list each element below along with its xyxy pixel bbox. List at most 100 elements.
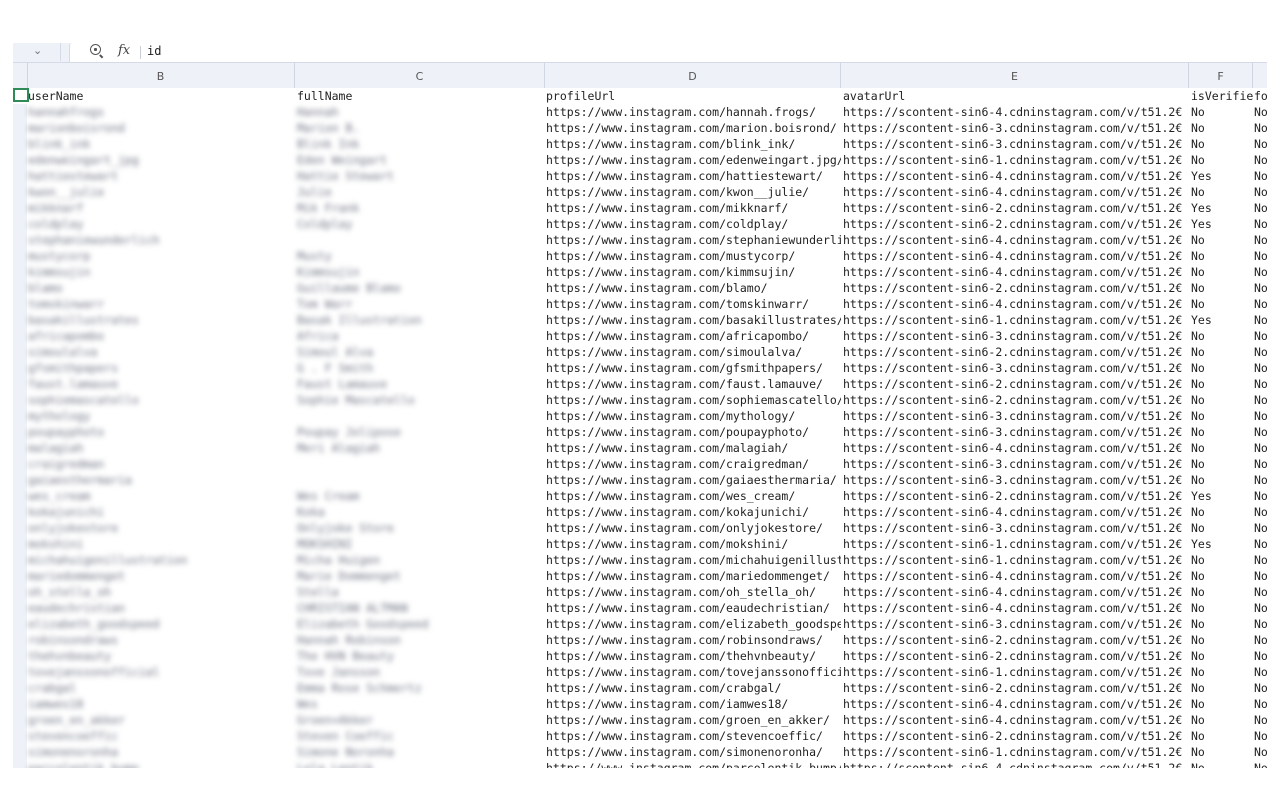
cell-avatarurl[interactable]: https://scontent-sin6-3.cdninstagram.com… (843, 616, 1189, 632)
cell-isverified[interactable]: No (1191, 728, 1253, 744)
row-header[interactable] (13, 504, 27, 520)
cell-fullname[interactable]: Micha Huigen (297, 552, 545, 568)
cell-isverified[interactable]: Yes (1191, 312, 1253, 328)
cell-profileurl[interactable]: https://www.instagram.com/tomskinwarr/ (546, 296, 841, 312)
cell-isverified[interactable]: No (1191, 104, 1253, 120)
cell-extra[interactable]: No (1254, 200, 1267, 216)
cell-fullname[interactable]: Musty (297, 248, 545, 264)
cell-extra[interactable]: No (1254, 520, 1267, 536)
cell-profileurl[interactable]: https://www.instagram.com/kokajunichi/ (546, 504, 841, 520)
cell-username[interactable]: iamwes18 (28, 696, 295, 712)
row-header[interactable] (13, 120, 27, 136)
cell-avatarurl[interactable]: https://scontent-sin6-3.cdninstagram.com… (843, 472, 1189, 488)
cell-fullname[interactable]: G . F Smith (297, 360, 545, 376)
cell-username[interactable]: craigredman (28, 456, 295, 472)
cell-extra[interactable]: No (1254, 264, 1267, 280)
cell-fullname[interactable] (297, 472, 545, 488)
cell-avatarurl[interactable]: https://scontent-sin6-4.cdninstagram.com… (843, 264, 1189, 280)
row-header[interactable] (13, 760, 27, 768)
row-header[interactable] (13, 392, 27, 408)
cell-profileurl[interactable]: https://www.instagram.com/oh_stella_oh/ (546, 584, 841, 600)
cell-extra[interactable]: No (1254, 216, 1267, 232)
cell-username[interactable]: marionboisrond (28, 120, 295, 136)
cell-username[interactable]: stephaniewunderlich (28, 232, 295, 248)
cell-avatarurl[interactable]: https://scontent-sin6-3.cdninstagram.com… (843, 136, 1189, 152)
cell-extra[interactable]: No (1254, 712, 1267, 728)
cell-avatarurl[interactable]: https://scontent-sin6-3.cdninstagram.com… (843, 328, 1189, 344)
cell-isverified[interactable]: No (1191, 408, 1253, 424)
cell-isverified[interactable]: No (1191, 760, 1253, 768)
cell-isverified[interactable]: Yes (1191, 536, 1253, 552)
cell-avatarurl[interactable]: https://scontent-sin6-4.cdninstagram.com… (843, 712, 1189, 728)
cell-avatarurl[interactable]: https://scontent-sin6-3.cdninstagram.com… (843, 360, 1189, 376)
cell-username[interactable]: simoulalva (28, 344, 295, 360)
cell-extra[interactable]: No (1254, 728, 1267, 744)
cell-isverified[interactable]: No (1191, 616, 1253, 632)
cell-fullname[interactable]: Eden Weingart (297, 152, 545, 168)
cell-isverified[interactable]: No (1191, 184, 1253, 200)
cell-profileurl[interactable]: https://www.instagram.com/africapombo/ (546, 328, 841, 344)
row-header[interactable] (13, 584, 27, 600)
cell-profileurl[interactable]: https://www.instagram.com/gaiaesthermari… (546, 472, 841, 488)
cell-username[interactable]: africapombo (28, 328, 295, 344)
cell-extra[interactable]: No (1254, 632, 1267, 648)
cell-username[interactable]: stevencoeffic (28, 728, 295, 744)
cell-avatarurl[interactable]: https://scontent-sin6-3.cdninstagram.com… (843, 120, 1189, 136)
cell-avatarurl[interactable]: https://scontent-sin6-3.cdninstagram.com… (843, 424, 1189, 440)
row-header[interactable] (13, 552, 27, 568)
cell-username[interactable]: wes_cream (28, 488, 295, 504)
cell-profileurl[interactable]: https://www.instagram.com/hattiestewart/ (546, 168, 841, 184)
cell-isverified[interactable]: No (1191, 664, 1253, 680)
cell-isverified[interactable]: No (1191, 344, 1253, 360)
cell-extra[interactable]: No (1254, 312, 1267, 328)
cell-isverified[interactable]: No (1191, 424, 1253, 440)
cell-username[interactable]: elizabeth_goodspeed (28, 616, 295, 632)
sheet-grid[interactable]: userName fullName profileUrl avatarUrl i… (13, 88, 1267, 768)
cell-extra[interactable]: No (1254, 648, 1267, 664)
cell-fullname[interactable]: The HVN Beauty (297, 648, 545, 664)
cell-fullname[interactable]: Elizabeth Goodspeed (297, 616, 545, 632)
cell-profileurl[interactable]: https://www.instagram.com/gfsmithpapers/ (546, 360, 841, 376)
cell-avatarurl[interactable]: https://scontent-sin6-4.cdninstagram.com… (843, 168, 1189, 184)
column-header-g[interactable] (1253, 63, 1267, 88)
cell-avatarurl[interactable]: https://scontent-sin6-4.cdninstagram.com… (843, 248, 1189, 264)
selected-cell-indicator[interactable] (13, 88, 29, 102)
cell-extra[interactable]: No (1254, 344, 1267, 360)
cell-isverified[interactable]: No (1191, 280, 1253, 296)
cell-username[interactable]: mokshini (28, 536, 295, 552)
cell-fullname[interactable]: Simone Noronha (297, 744, 545, 760)
cell-username[interactable]: kimmsujin (28, 264, 295, 280)
cell-profileurl[interactable]: https://www.instagram.com/mariedommenget… (546, 568, 841, 584)
cell-fullname[interactable]: Emma Rose Schmertz (297, 680, 545, 696)
row-header[interactable] (13, 536, 27, 552)
cell-profileurl[interactable]: https://www.instagram.com/malagiah/ (546, 440, 841, 456)
cell-fullname[interactable]: Wes (297, 696, 545, 712)
cell-profileurl[interactable]: https://www.instagram.com/onlyjokestore/ (546, 520, 841, 536)
cell-profileurl[interactable]: https://www.instagram.com/mokshini/ (546, 536, 841, 552)
cell-fullname[interactable]: Blink Ink (297, 136, 545, 152)
cell-extra[interactable]: No (1254, 408, 1267, 424)
row-header[interactable] (13, 616, 27, 632)
cell-username[interactable]: kokajunichi (28, 504, 295, 520)
cell-isverified[interactable]: Yes (1191, 200, 1253, 216)
cell-fullname[interactable]: Guillaume Blamo (297, 280, 545, 296)
cell-username[interactable]: coldplay (28, 216, 295, 232)
cell-fullname[interactable]: Koka (297, 504, 545, 520)
cell-avatarurl[interactable]: https://scontent-sin6-3.cdninstagram.com… (843, 408, 1189, 424)
cell-profileurl[interactable]: https://www.instagram.com/edenweingart.j… (546, 152, 841, 168)
cell-avatarurl[interactable]: https://scontent-sin6-4.cdninstagram.com… (843, 600, 1189, 616)
zoom-icon[interactable] (90, 44, 101, 55)
cell-avatarurl[interactable]: https://scontent-sin6-2.cdninstagram.com… (843, 632, 1189, 648)
cell-extra[interactable]: No (1254, 136, 1267, 152)
cell-username[interactable]: basakillustrates (28, 312, 295, 328)
cell-profileurl[interactable]: https://www.instagram.com/mythology/ (546, 408, 841, 424)
cell-username[interactable]: mariedommenget (28, 568, 295, 584)
cell-fullname[interactable] (297, 408, 545, 424)
cell-fullname[interactable]: Stella (297, 584, 545, 600)
cell-isverified[interactable]: No (1191, 568, 1253, 584)
cell-extra[interactable]: No (1254, 680, 1267, 696)
cell-profileurl[interactable]: https://www.instagram.com/parcolentik_bu… (546, 760, 841, 768)
row-header[interactable] (13, 744, 27, 760)
cell-fullname[interactable]: Wes Cream (297, 488, 545, 504)
cell-username-header[interactable]: userName (28, 88, 295, 104)
